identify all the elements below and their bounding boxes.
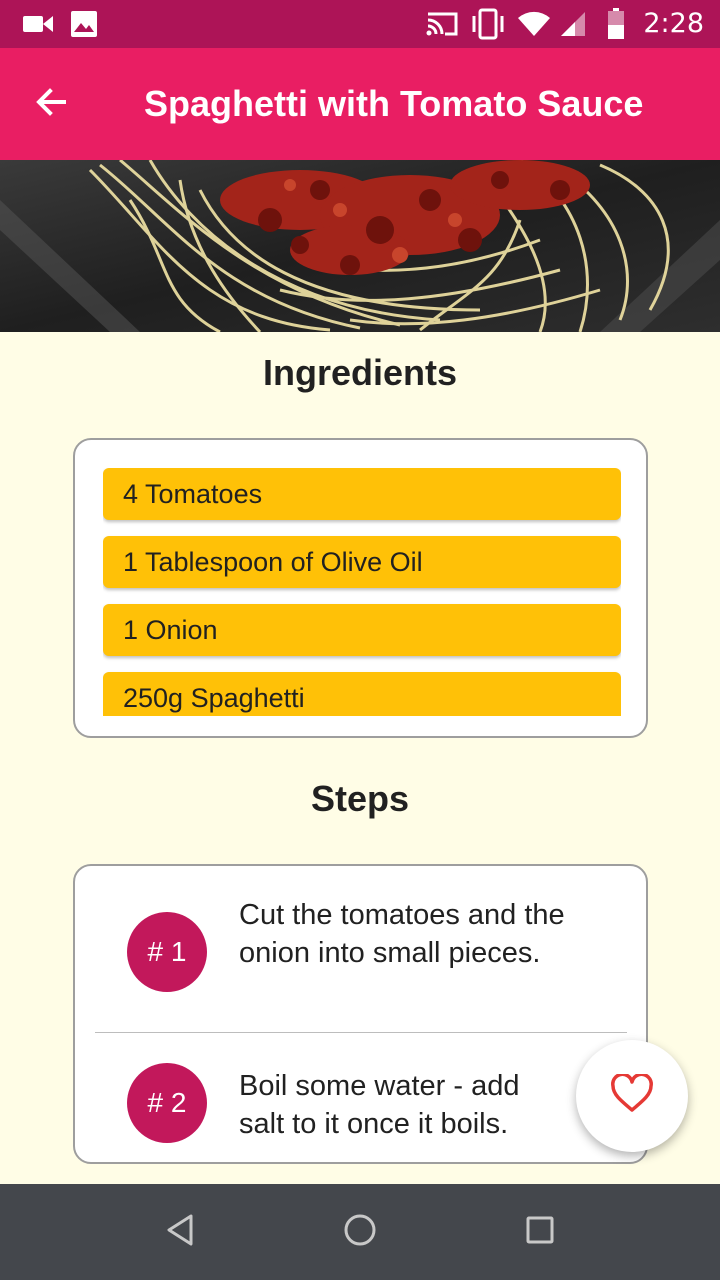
ingredient-item: 250g Spaghetti xyxy=(103,672,621,716)
step-number-badge: # 2 xyxy=(127,1063,207,1143)
video-camera-icon xyxy=(20,0,56,48)
step-item: # 1 Cut the tomatoes and the onion into … xyxy=(95,866,627,1032)
status-bar: 2:28 xyxy=(0,0,720,48)
nav-home-button[interactable] xyxy=(336,1208,384,1256)
recipe-hero-image xyxy=(0,160,720,332)
ingredients-heading: Ingredients xyxy=(262,352,458,393)
ingredient-item: 1 Tablespoon of Olive Oil xyxy=(103,536,621,588)
favorite-button[interactable] xyxy=(576,1040,688,1152)
battery-icon xyxy=(604,0,628,48)
nav-back-button[interactable] xyxy=(156,1208,204,1256)
status-time: 2:28 xyxy=(643,8,704,39)
page-title: Spaghetti with Tomato Sauce xyxy=(144,83,644,124)
recents-square-icon xyxy=(525,1215,555,1250)
ingredients-list[interactable]: 4 Tomatoes 1 Tablespoon of Olive Oil 1 O… xyxy=(103,468,621,716)
back-button[interactable] xyxy=(24,76,80,132)
vibrate-icon xyxy=(468,0,508,48)
system-nav-bar xyxy=(0,1184,720,1280)
ingredients-card: 4 Tomatoes 1 Tablespoon of Olive Oil 1 O… xyxy=(73,438,648,738)
ingredient-item: 1 Onion xyxy=(103,604,621,656)
app-bar: Spaghetti with Tomato Sauce xyxy=(0,48,720,160)
steps-card[interactable]: # 1 Cut the tomatoes and the onion into … xyxy=(73,864,648,1164)
steps-heading: Steps xyxy=(310,778,410,819)
arrow-back-icon xyxy=(34,84,70,125)
back-triangle-icon xyxy=(165,1213,195,1252)
step-text: Boil some water - add salt to it once it… xyxy=(239,1070,520,1140)
step-number-badge: # 1 xyxy=(127,912,207,992)
nav-recents-button[interactable] xyxy=(516,1208,564,1256)
image-icon xyxy=(68,0,100,48)
cell-signal-icon xyxy=(558,0,588,48)
ingredient-item: 4 Tomatoes xyxy=(103,468,621,520)
wifi-icon xyxy=(516,0,552,48)
step-item: # 2 Boil some water - add salt to it onc… xyxy=(95,1033,627,1162)
home-circle-icon xyxy=(343,1213,377,1252)
step-text: Cut the tomatoes and the onion into smal… xyxy=(239,899,565,969)
cast-icon xyxy=(424,0,460,48)
heart-outline-icon xyxy=(610,1072,654,1119)
